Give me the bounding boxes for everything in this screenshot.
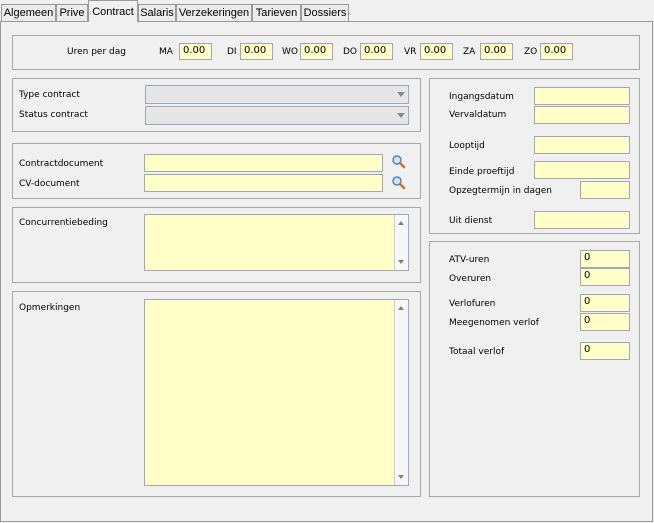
hours-group: Uren per dag MA 0.00 DI 0.00 WO 0.00 DO …: [12, 35, 640, 70]
hours-di-input[interactable]: 0.00: [240, 43, 273, 60]
contract-type-group: Type contract Status contract: [12, 78, 421, 132]
opmerkingen-group: Opmerkingen: [12, 291, 421, 497]
vervaldatum-input[interactable]: [534, 106, 630, 124]
day-label-ma: MA: [159, 47, 173, 57]
scrollbar[interactable]: [394, 300, 408, 485]
concurrentiebeding-label: Concurrentiebeding: [19, 218, 108, 228]
scroll-up-icon[interactable]: [398, 221, 404, 225]
hours-vr-input[interactable]: 0.00: [420, 43, 453, 60]
overuren-label: Overuren: [449, 274, 492, 284]
scrollbar[interactable]: [394, 215, 408, 270]
scroll-down-icon[interactable]: [398, 475, 404, 479]
einde-proeftijd-label: Einde proeftijd: [449, 167, 515, 177]
scroll-up-icon[interactable]: [398, 306, 404, 310]
tab-bar: Algemeen Prive Contract Salaris Verzeker…: [0, 0, 654, 22]
tab-verzekeringen[interactable]: Verzekeringen: [176, 4, 252, 21]
hours-zo-input[interactable]: 0.00: [540, 43, 573, 60]
status-contract-label: Status contract: [19, 110, 88, 120]
opmerkingen-label: Opmerkingen: [19, 303, 81, 313]
concurrentiebeding-textarea[interactable]: [144, 214, 409, 271]
atv-uren-label: ATV-uren: [449, 255, 490, 265]
overuren-input[interactable]: 0: [580, 268, 630, 286]
hours-label: Uren per dag: [67, 47, 126, 57]
contractdocument-label: Contractdocument: [19, 159, 104, 169]
atv-uren-input[interactable]: 0: [580, 250, 630, 268]
status-contract-select[interactable]: [145, 106, 409, 125]
totaal-verlof-input[interactable]: 0: [580, 342, 630, 360]
looptijd-input[interactable]: [534, 136, 630, 154]
tab-contract[interactable]: Contract: [88, 0, 138, 22]
opmerkingen-textarea[interactable]: [144, 299, 409, 486]
uit-dienst-input[interactable]: [534, 211, 630, 229]
meegenomen-verlof-input[interactable]: 0: [580, 313, 630, 331]
cv-document-input[interactable]: [144, 174, 383, 192]
day-label-zo: ZO: [524, 47, 538, 57]
contractdocument-input[interactable]: [144, 154, 383, 172]
verlofuren-input[interactable]: 0: [580, 294, 630, 312]
day-label-vr: VR: [404, 47, 417, 57]
totaal-verlof-label: Totaal verlof: [449, 347, 505, 357]
hours-do-input[interactable]: 0.00: [360, 43, 393, 60]
looptijd-label: Looptijd: [449, 141, 485, 151]
concurrentiebeding-group: Concurrentiebeding: [12, 207, 421, 283]
day-label-wo: WO: [282, 47, 298, 57]
dates-group: Ingangsdatum Vervaldatum Looptijd Einde …: [429, 78, 640, 234]
hours-wo-input[interactable]: 0.00: [300, 43, 333, 60]
ingangsdatum-label: Ingangsdatum: [449, 92, 514, 102]
uit-dienst-label: Uit dienst: [449, 216, 493, 226]
chevron-down-icon: [397, 92, 405, 97]
tab-salaris[interactable]: Salaris: [138, 4, 176, 21]
hours-za-input[interactable]: 0.00: [480, 43, 513, 60]
day-label-za: ZA: [463, 47, 476, 57]
documents-group: Contractdocument CV-document: [12, 143, 421, 199]
cv-document-label: CV-document: [19, 179, 80, 189]
opzegtermijn-label: Opzegtermijn in dagen: [449, 186, 552, 196]
tab-algemeen[interactable]: Algemeen: [1, 4, 56, 21]
tab-tarieven[interactable]: Tarieven: [252, 4, 301, 21]
vervaldatum-label: Vervaldatum: [449, 110, 507, 120]
chevron-down-icon: [397, 113, 405, 118]
tab-dossiers[interactable]: Dossiers: [301, 4, 349, 21]
einde-proeftijd-input[interactable]: [534, 161, 630, 179]
scroll-down-icon[interactable]: [398, 260, 404, 264]
day-label-do: DO: [343, 47, 358, 57]
meegenomen-verlof-label: Meegenomen verlof: [449, 318, 539, 328]
search-icon[interactable]: [391, 154, 409, 170]
ingangsdatum-input[interactable]: [534, 87, 630, 105]
leave-group: ATV-uren 0 Overuren 0 Verlofuren 0 Meege…: [429, 241, 640, 497]
verlofuren-label: Verlofuren: [449, 299, 496, 309]
search-icon[interactable]: [391, 175, 409, 191]
type-contract-select[interactable]: [145, 85, 409, 104]
day-label-di: DI: [227, 47, 237, 57]
type-contract-label: Type contract: [19, 90, 80, 100]
tab-prive[interactable]: Prive: [56, 4, 88, 21]
hours-ma-input[interactable]: 0.00: [179, 43, 212, 60]
opzegtermijn-input[interactable]: [580, 181, 630, 199]
